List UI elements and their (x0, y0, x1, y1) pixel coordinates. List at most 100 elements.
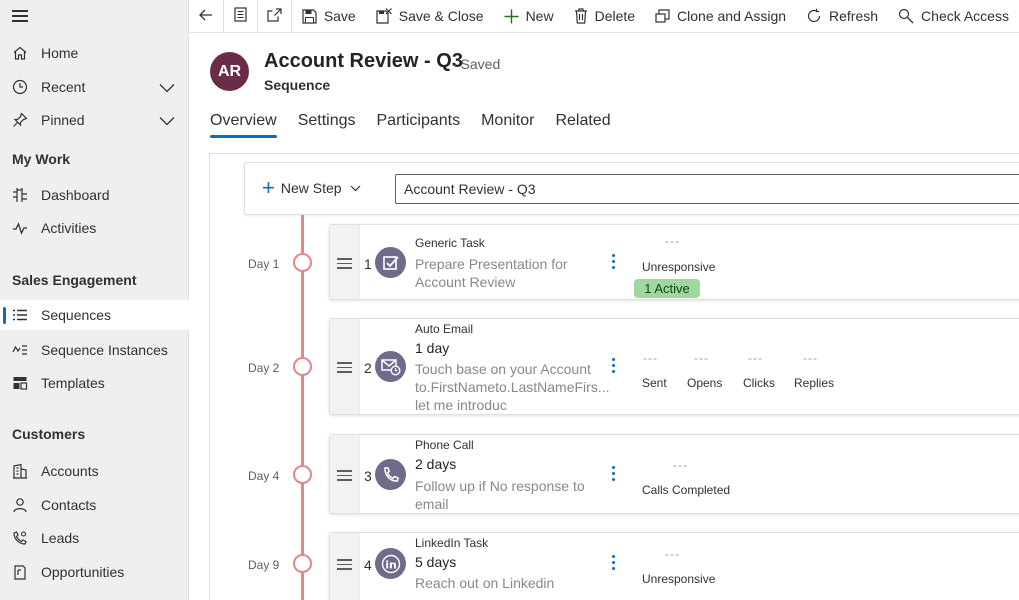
popout-icon (267, 7, 282, 25)
sidebar-item-contacts[interactable]: Contacts (0, 490, 189, 520)
list-icon (11, 306, 29, 324)
more-options-icon[interactable] (612, 466, 618, 484)
tab-settings[interactable]: Settings (298, 112, 356, 138)
step-type-label: Phone Call (415, 438, 474, 452)
sidebar-item-pinned[interactable]: Pinned (0, 105, 189, 135)
sidebar-item-label: Accounts (41, 463, 99, 479)
sequence-instances-icon (11, 341, 29, 359)
sidebar-item-accounts[interactable]: Accounts (0, 456, 189, 486)
group-title-my-work: My Work (12, 151, 71, 167)
metric-value: --- (673, 458, 688, 472)
new-label: New (525, 8, 554, 24)
sidebar-item-sequence-instances[interactable]: Sequence Instances (0, 335, 189, 365)
clone-and-assign-button[interactable]: Clone and Assign (645, 0, 796, 33)
step-number: 1 (364, 256, 372, 272)
chevron-down-icon[interactable] (159, 113, 175, 129)
more-options-icon[interactable] (612, 254, 618, 272)
entity-type-label: Sequence (264, 77, 331, 93)
sidebar-item-label: Contacts (41, 497, 97, 513)
sidebar: Home Recent Pinned My Work Dashboard Act… (0, 0, 189, 600)
day-label: Day 1 (248, 257, 280, 271)
sidebar-item-label: Leads (41, 530, 80, 546)
step-description: Follow up if No response to email (415, 478, 585, 512)
save-label: Save (323, 8, 356, 24)
drag-handle-icon[interactable] (337, 470, 352, 484)
sidebar-item-sequences[interactable]: Sequences (0, 300, 189, 330)
sidebar-item-label: Pinned (41, 112, 85, 128)
sidebar-item-label: Recent (41, 79, 86, 95)
plus-icon (504, 9, 519, 23)
sidebar-item-templates[interactable]: Templates (0, 368, 189, 398)
metric-value: --- (748, 351, 763, 365)
hamburger-icon[interactable] (12, 10, 28, 22)
metric-value: --- (643, 351, 658, 365)
metric-label: Unresponsive (642, 572, 716, 586)
metric-value: --- (665, 234, 680, 248)
sidebar-item-label: Home (41, 45, 79, 61)
sidebar-item-label: Sequences (41, 307, 112, 323)
status-badge: 1 Active (634, 279, 700, 298)
delete-button[interactable]: Delete (564, 0, 645, 33)
save-icon (302, 8, 317, 24)
sequence-name-input[interactable] (395, 174, 1019, 204)
save-close-label: Save & Close (398, 8, 484, 24)
save-button[interactable]: Save (292, 0, 366, 33)
metric-label: Unresponsive (642, 260, 716, 274)
activity-icon (11, 219, 29, 237)
step-delay: 1 day (415, 340, 450, 356)
drag-handle-icon[interactable] (337, 362, 352, 376)
tab-participants[interactable]: Participants (377, 112, 461, 138)
more-options-icon[interactable] (612, 555, 618, 573)
sidebar-item-home[interactable]: Home (0, 38, 189, 68)
new-step-button[interactable]: + New Step (262, 177, 361, 199)
timeline-dot (293, 253, 312, 272)
svg-text:in: in (385, 558, 397, 571)
clone-assign-label: Clone and Assign (677, 8, 787, 24)
new-button[interactable]: New (494, 0, 564, 33)
sidebar-item-label: Templates (41, 375, 105, 391)
sidebar-item-opportunities[interactable]: Opportunities (0, 557, 189, 587)
dashboard-icon (11, 186, 29, 204)
step-type-label: LinkedIn Task (415, 536, 489, 550)
metric-value: --- (803, 351, 818, 365)
metric-label: Sent (642, 376, 667, 390)
popout-button[interactable] (258, 0, 292, 33)
form-view-button[interactable] (224, 0, 258, 33)
more-options-icon[interactable] (612, 358, 618, 376)
new-step-label: New Step (280, 180, 342, 196)
page-title: Account Review - Q3 (264, 50, 463, 72)
save-status: - Saved (452, 56, 501, 72)
tab-overview[interactable]: Overview (210, 112, 277, 138)
drag-handle-icon[interactable] (337, 559, 352, 573)
sidebar-item-leads[interactable]: Leads (0, 523, 189, 553)
sidebar-item-recent[interactable]: Recent (0, 72, 189, 102)
sidebar-item-label: Dashboard (41, 187, 110, 203)
task-checkbox-icon (375, 247, 406, 278)
step-delay: 2 days (415, 456, 457, 472)
save-and-close-button[interactable]: Save & Close (366, 0, 494, 33)
back-button[interactable] (190, 0, 224, 33)
drag-handle-icon[interactable] (337, 258, 352, 272)
metric-label: Clicks (743, 376, 775, 390)
step-delay: 5 days (415, 554, 457, 570)
tab-monitor[interactable]: Monitor (481, 112, 534, 138)
chevron-down-icon[interactable] (159, 80, 175, 96)
day-label: Day 2 (248, 361, 280, 375)
check-access-label: Check Access (921, 8, 1009, 24)
sidebar-item-dashboard[interactable]: Dashboard (0, 180, 189, 210)
back-arrow-icon (199, 8, 213, 24)
check-access-button[interactable]: Check Access (888, 0, 1019, 33)
linkedin-icon: in (375, 548, 406, 579)
metric-label: Opens (687, 376, 723, 390)
sidebar-item-activities[interactable]: Activities (0, 213, 189, 243)
command-bar: Save Save & Close New Delete Clone and A… (190, 0, 1019, 33)
trash-icon (574, 8, 587, 24)
chevron-down-icon (350, 185, 360, 191)
tab-related[interactable]: Related (555, 112, 610, 138)
search-person-icon (898, 8, 914, 24)
clock-icon (11, 78, 29, 96)
delete-label: Delete (594, 8, 636, 24)
refresh-button[interactable]: Refresh (796, 0, 888, 33)
metric-label: Replies (794, 376, 835, 390)
step-description: Touch base on your Account to.FirstNamet… (415, 361, 610, 413)
